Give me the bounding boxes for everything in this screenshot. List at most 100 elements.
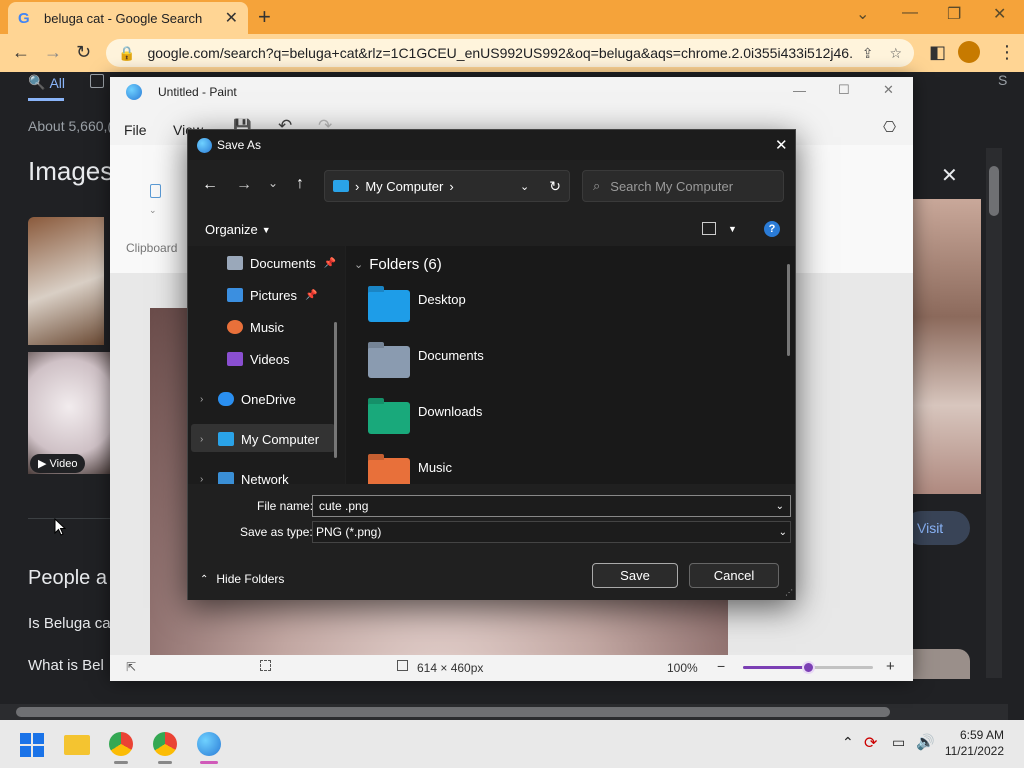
chrome-profile-icon[interactable] — [153, 732, 177, 756]
paint-minimize-icon[interactable]: — — [793, 83, 806, 98]
chevron-down-icon[interactable]: ⌄ — [149, 205, 157, 216]
nav-item-videos[interactable]: Videos — [227, 346, 290, 372]
music-icon — [227, 320, 243, 334]
address-bar[interactable]: 🔒 google.com/search?q=beluga+cat&rlz=1C1… — [106, 39, 914, 67]
tab-title: beluga cat - Google Search — [44, 10, 203, 26]
reload-icon[interactable]: ↻ — [76, 42, 91, 63]
folder-documents[interactable]: Documents — [368, 342, 484, 382]
hide-folders-button[interactable]: ⌃ Hide Folders — [200, 572, 284, 586]
save-button[interactable]: Save — [592, 563, 678, 588]
nav-item-label: Pictures — [250, 287, 297, 303]
recent-locations-icon[interactable]: ⌄ — [268, 176, 278, 190]
sidebar-icon[interactable]: ◧ — [929, 42, 946, 63]
paint-maximize-icon[interactable]: ☐ — [838, 82, 850, 98]
share-icon[interactable]: ⎔ — [883, 118, 896, 136]
file-name-input[interactable]: cute .png ⌄ — [312, 495, 791, 517]
nav-scrollbar[interactable] — [334, 322, 337, 458]
images-tab-icon[interactable] — [90, 74, 104, 88]
minimize-icon[interactable]: — — [902, 4, 918, 22]
expand-chevron-icon[interactable]: › — [200, 434, 218, 445]
zoom-slider[interactable] — [743, 661, 873, 674]
expand-chevron-icon[interactable]: › — [200, 474, 218, 485]
horizontal-scroll-thumb[interactable] — [16, 707, 890, 717]
cancel-button[interactable]: Cancel — [689, 563, 779, 588]
zoom-in-icon[interactable]: + — [886, 658, 895, 675]
new-tab-button[interactable]: + — [258, 4, 271, 30]
start-icon[interactable] — [20, 733, 44, 757]
folder-music[interactable]: Music — [368, 454, 452, 484]
chrome-icon[interactable] — [109, 732, 133, 756]
folders-group-header[interactable]: ⌄ Folders (6) — [354, 256, 442, 273]
view-options-icon[interactable] — [702, 222, 716, 235]
nav-item-onedrive[interactable]: › OneDrive — [200, 386, 296, 412]
file-explorer-icon[interactable] — [64, 735, 90, 755]
vertical-scroll-thumb[interactable] — [989, 166, 999, 216]
tab-search-icon[interactable]: ⌄ — [856, 4, 869, 24]
help-icon[interactable]: ? — [764, 221, 780, 237]
question-1[interactable]: Is Beluga ca — [28, 615, 111, 632]
visit-button[interactable]: Visit — [904, 511, 970, 545]
close-preview-icon[interactable]: ✕ — [941, 163, 958, 188]
zoom-slider-thumb[interactable] — [802, 661, 815, 674]
refresh-icon[interactable]: ↻ — [549, 178, 561, 195]
back-icon[interactable]: ← — [202, 176, 218, 194]
clock[interactable]: 6:59 AM 11/21/2022 — [940, 727, 1004, 759]
up-icon[interactable]: ↑ — [296, 175, 304, 193]
back-icon[interactable]: ← — [12, 42, 30, 63]
display-icon[interactable]: ▭ — [892, 734, 905, 751]
cat-thumbnail-1[interactable] — [28, 217, 104, 345]
profile-icon[interactable] — [958, 41, 980, 63]
zoom-out-icon[interactable]: − — [717, 658, 725, 674]
folder-downloads[interactable]: Downloads — [368, 398, 482, 438]
forward-icon[interactable]: → — [236, 176, 252, 194]
browser-tab[interactable]: G beluga cat - Google Search ✕ — [8, 2, 248, 34]
show-hidden-icons-icon[interactable]: ⌃ — [842, 734, 854, 751]
update-icon[interactable]: ⟳ — [864, 733, 877, 753]
view-caret-icon[interactable]: ▼ — [728, 224, 737, 234]
expand-chevron-icon[interactable]: › — [200, 394, 218, 405]
zoom-level: 100% — [667, 661, 698, 675]
nav-item-documents[interactable]: Documents 📌 — [227, 250, 336, 276]
question-2[interactable]: What is Bel — [28, 657, 104, 674]
nav-item-pictures[interactable]: Pictures 📌 — [227, 282, 317, 308]
chevron-down-icon[interactable]: ⌄ — [779, 527, 787, 538]
save-as-type-select[interactable]: PNG (*.png) ⌄ — [312, 521, 791, 543]
dialog-close-icon[interactable]: ✕ — [775, 136, 788, 154]
url-text: google.com/search?q=beluga+cat&rlz=1C1GC… — [147, 45, 852, 61]
nav-item-my-computer[interactable]: › My Computer — [200, 426, 319, 452]
close-tab-icon[interactable]: ✕ — [225, 8, 238, 28]
restore-icon[interactable]: ❐ — [947, 4, 961, 24]
page-horizontal-scrollbar[interactable] — [0, 704, 1008, 720]
volume-icon[interactable]: 🔊 — [916, 733, 935, 751]
folder-desktop[interactable]: Desktop — [368, 286, 466, 326]
menu-icon[interactable]: ⋮ — [998, 42, 1016, 63]
close-window-icon[interactable]: ✕ — [993, 4, 1006, 24]
folder-label: Downloads — [418, 403, 483, 419]
preview-image[interactable] — [913, 199, 981, 494]
paint-taskbar-icon[interactable] — [197, 732, 221, 756]
nav-item-music[interactable]: Music — [227, 314, 284, 340]
mouse-cursor-icon — [54, 518, 66, 536]
paste-icon[interactable] — [150, 184, 161, 198]
related-thumbnail[interactable] — [913, 649, 970, 679]
forward-icon[interactable]: → — [44, 42, 62, 63]
share-icon[interactable]: ⇪ — [862, 45, 874, 62]
resize-grip-icon[interactable]: ⋰ — [785, 588, 793, 597]
breadcrumb-bar[interactable]: › My Computer › ⌄ ↻ — [324, 170, 570, 202]
search-box[interactable]: ⌕ Search My Computer — [582, 170, 784, 202]
breadcrumb-location[interactable]: My Computer — [365, 179, 443, 194]
chevron-down-icon[interactable]: ⌄ — [520, 180, 529, 193]
organize-menu[interactable]: Organize ▼ — [205, 222, 271, 237]
collapse-chevron-icon[interactable]: ⌄ — [354, 258, 363, 271]
breadcrumb-chevron-icon[interactable]: › — [449, 179, 453, 194]
menu-file[interactable]: File — [124, 122, 147, 138]
page-vertical-scrollbar[interactable] — [986, 148, 1002, 678]
paint-close-icon[interactable]: ✕ — [883, 82, 894, 98]
lock-icon[interactable]: 🔒 — [118, 45, 135, 62]
tab-all[interactable]: 🔍 All — [28, 74, 65, 91]
chevron-down-icon[interactable]: ⌄ — [776, 501, 784, 512]
star-icon[interactable]: ☆ — [889, 45, 902, 62]
paint-app-icon — [126, 84, 142, 100]
folder-content-pane: ⌄ Folders (6) Desktop Documents Download… — [346, 246, 795, 484]
content-scrollbar[interactable] — [787, 264, 790, 356]
